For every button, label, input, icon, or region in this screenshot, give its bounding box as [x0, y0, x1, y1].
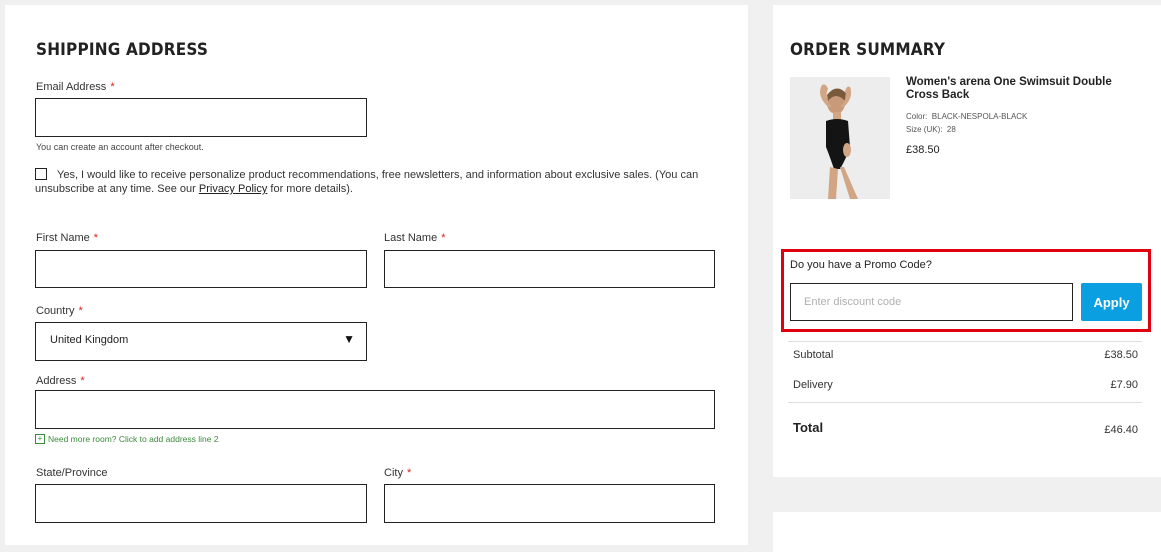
apply-button[interactable]: Apply: [1081, 283, 1142, 321]
size-label: Size (UK):: [906, 125, 943, 134]
subtotal-label: Subtotal: [793, 349, 834, 361]
delivery-value: £7.90: [1110, 379, 1138, 391]
discount-code-input[interactable]: [790, 283, 1073, 321]
first-name-field[interactable]: [35, 250, 367, 288]
required-mark: *: [441, 232, 446, 244]
product-image: [790, 77, 890, 199]
last-name-field[interactable]: [384, 250, 715, 288]
country-value: United Kingdom: [50, 334, 129, 346]
color-value: BLACK-NESPOLA-BLACK: [931, 112, 1028, 121]
consent-tail: for more details).: [267, 183, 353, 195]
city-field[interactable]: [384, 484, 715, 523]
promo-question: Do you have a Promo Code?: [790, 259, 932, 271]
subtotal-value: £38.50: [1104, 349, 1138, 361]
total-value: £46.40: [1104, 424, 1138, 436]
email-hint: You can create an account after checkout…: [36, 142, 204, 152]
size-value: 28: [946, 125, 956, 134]
add-address-line-2-link[interactable]: + Need more room? Click to add address li…: [35, 434, 219, 444]
product-name: Women's arena One Swimsuit Double Cross …: [906, 76, 1112, 101]
product-price: £38.50: [906, 144, 940, 156]
plus-box-icon: +: [35, 434, 45, 444]
order-summary-title: ORDER SUMMARY: [790, 40, 946, 60]
consent-text: Yes, I would like to receive personalize…: [35, 169, 699, 195]
email-label-text: Email Address: [36, 81, 107, 93]
required-mark: *: [406, 467, 412, 479]
product-size: Size (UK): 28: [906, 125, 956, 134]
city-label: City *: [384, 467, 411, 479]
required-mark: *: [78, 305, 83, 317]
country-label: Country *: [36, 305, 83, 317]
color-label: Color:: [906, 112, 928, 121]
state-field[interactable]: [35, 484, 367, 523]
delivery-label: Delivery: [793, 379, 833, 391]
address-field[interactable]: [35, 390, 715, 429]
city-label-text: City: [384, 467, 403, 479]
secondary-panel: [773, 512, 1161, 552]
triangle-down-icon: ▼: [343, 332, 355, 346]
newsletter-consent-text: Yes, I would like to receive personalize…: [35, 168, 725, 196]
required-mark: *: [93, 232, 99, 244]
first-name-label: First Name *: [36, 232, 98, 244]
last-name-label-text: Last Name: [384, 232, 438, 244]
state-label: State/Province: [36, 467, 108, 479]
last-name-label: Last Name *: [384, 232, 445, 244]
total-label: Total: [793, 420, 824, 435]
country-label-text: Country: [36, 305, 75, 317]
address-line2-hint: Need more room? Click to add address lin…: [48, 434, 219, 444]
privacy-policy-link[interactable]: Privacy Policy: [199, 183, 267, 195]
product-color: Color: BLACK-NESPOLA-BLACK: [906, 112, 1027, 121]
email-field[interactable]: [35, 98, 367, 137]
address-label-text: Address: [36, 375, 77, 387]
divider: [788, 402, 1142, 403]
country-select[interactable]: United Kingdom ▼: [35, 322, 367, 361]
address-label: Address *: [36, 375, 85, 387]
shipping-title: SHIPPING ADDRESS: [36, 40, 209, 60]
swimsuit-model-image: [790, 77, 890, 199]
required-mark: *: [80, 375, 85, 387]
required-mark: *: [110, 81, 115, 93]
email-label: Email Address *: [36, 81, 115, 93]
divider: [788, 341, 1142, 342]
first-name-label-text: First Name: [36, 232, 90, 244]
